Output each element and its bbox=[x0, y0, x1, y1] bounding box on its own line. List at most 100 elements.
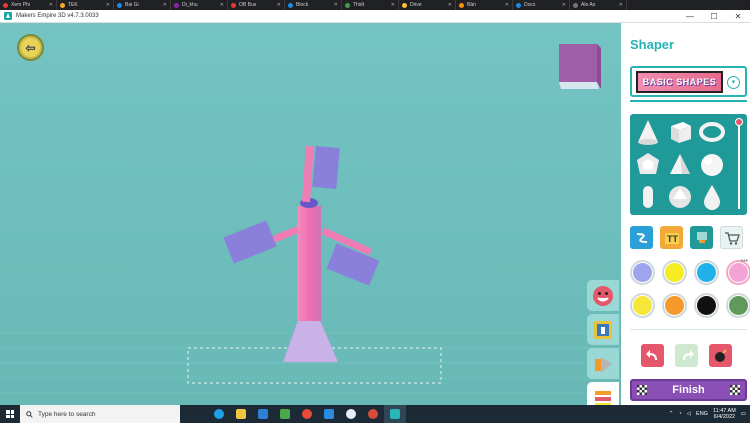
text-tool-button[interactable]: TT bbox=[660, 226, 683, 249]
color-swatch-lavender[interactable] bbox=[630, 260, 655, 285]
tab-close-icon[interactable]: ✕ bbox=[220, 2, 224, 8]
3d-viewport[interactable]: ⇦ bbox=[0, 23, 621, 405]
browser-tab[interactable]: Bản ✕ bbox=[456, 0, 513, 10]
edge-app-icon[interactable] bbox=[208, 405, 230, 423]
game-app-icon[interactable] bbox=[362, 405, 384, 423]
tab-close-icon[interactable]: ✕ bbox=[49, 2, 53, 8]
swatch-fill bbox=[665, 263, 684, 282]
search-icon bbox=[26, 410, 33, 418]
window-title: Makers Empire 3D v4.7.3.0033 bbox=[16, 13, 99, 19]
tab-favicon-icon bbox=[288, 2, 293, 8]
clear-all-button[interactable] bbox=[709, 344, 732, 367]
checkered-flag-icon bbox=[730, 385, 740, 395]
finish-button[interactable]: Finish bbox=[630, 379, 747, 401]
image-tool-button[interactable] bbox=[587, 314, 619, 345]
minecraft-app-icon[interactable] bbox=[274, 405, 296, 423]
more-colors-icon[interactable]: ••• bbox=[741, 258, 748, 265]
scrollbar-handle[interactable] bbox=[735, 118, 743, 126]
color-swatch-orange[interactable] bbox=[662, 293, 687, 318]
tab-close-icon[interactable]: ✕ bbox=[448, 2, 452, 8]
color-row-1 bbox=[630, 260, 750, 285]
tab-close-icon[interactable]: ✕ bbox=[106, 2, 110, 8]
vscode-app-icon[interactable] bbox=[318, 405, 340, 423]
browser-tab[interactable]: Block ✕ bbox=[285, 0, 342, 10]
lang-indicator[interactable]: ENG bbox=[696, 411, 708, 417]
undo-icon bbox=[645, 349, 657, 360]
browser-tab[interactable]: TEK ✕ bbox=[57, 0, 114, 10]
stamp-tool-button[interactable] bbox=[690, 226, 713, 249]
capsule-shape[interactable] bbox=[634, 183, 662, 211]
browser-tab[interactable]: Bai Gi ✕ bbox=[114, 0, 171, 10]
tab-label: OB Bus bbox=[239, 2, 257, 8]
tab-label: Docs bbox=[524, 2, 536, 8]
tab-label: Bản bbox=[467, 2, 476, 8]
tab-close-icon[interactable]: ✕ bbox=[163, 2, 167, 8]
tab-close-icon[interactable]: ✕ bbox=[334, 2, 338, 8]
tab-favicon-icon bbox=[117, 2, 122, 8]
color-swatch-blue[interactable] bbox=[694, 260, 719, 285]
sketch-tool-button[interactable] bbox=[587, 382, 619, 405]
file-explorer-icon[interactable] bbox=[230, 405, 252, 423]
undo-button[interactable] bbox=[641, 344, 664, 367]
tab-close-icon[interactable]: ✕ bbox=[391, 2, 395, 8]
path-tool-button[interactable] bbox=[630, 226, 653, 249]
emoji-tool-button[interactable] bbox=[587, 280, 619, 311]
tab-close-icon[interactable]: ✕ bbox=[505, 2, 509, 8]
makers-empire-app-icon[interactable] bbox=[384, 405, 406, 423]
color-swatch-gold[interactable] bbox=[630, 293, 655, 318]
dodecahedron-shape[interactable] bbox=[634, 151, 662, 179]
mail-app-icon[interactable] bbox=[252, 405, 274, 423]
extrude-tool-button[interactable] bbox=[587, 348, 619, 379]
teardrop-shape[interactable] bbox=[698, 183, 726, 211]
volume-icon[interactable]: ◁ bbox=[687, 411, 691, 417]
tool-row: TT bbox=[630, 226, 743, 249]
torus-shape[interactable] bbox=[698, 118, 726, 146]
tab-close-icon[interactable]: ✕ bbox=[619, 2, 623, 8]
bomb-icon bbox=[714, 348, 727, 362]
shop-button[interactable] bbox=[720, 226, 743, 249]
tab-label: Xem Phi bbox=[11, 2, 30, 8]
close-button[interactable]: ✕ bbox=[726, 10, 750, 23]
shape-library bbox=[630, 114, 747, 215]
tab-close-icon[interactable]: ✕ bbox=[277, 2, 281, 8]
shape-list-scrollbar[interactable] bbox=[738, 121, 740, 209]
view-cube[interactable] bbox=[557, 42, 601, 90]
svg-text:TT: TT bbox=[667, 234, 678, 244]
color-swatch-black[interactable] bbox=[694, 293, 719, 318]
browser-tab[interactable]: Alo Ao ✕ bbox=[570, 0, 627, 10]
zoom-app-icon[interactable] bbox=[340, 405, 362, 423]
browser-tab[interactable]: Thiết ✕ bbox=[342, 0, 399, 10]
start-button[interactable] bbox=[0, 405, 20, 423]
cube-shape[interactable] bbox=[666, 118, 694, 146]
tab-close-icon[interactable]: ✕ bbox=[562, 2, 566, 8]
notification-icon[interactable]: ▭ bbox=[741, 411, 746, 417]
tab-label: Di_khu bbox=[182, 2, 198, 8]
browser-tab[interactable]: Xem Phi ✕ bbox=[0, 0, 57, 10]
redo-button[interactable] bbox=[675, 344, 698, 367]
minimize-button[interactable]: — bbox=[678, 10, 702, 23]
icosahedron-shape[interactable] bbox=[666, 183, 694, 211]
shape-set-dropdown[interactable]: BASIC SHAPES ▾ bbox=[630, 66, 747, 97]
chevron-up-icon[interactable]: ⌃ bbox=[669, 411, 674, 417]
redo-icon bbox=[682, 349, 694, 360]
back-button[interactable]: ⇦ bbox=[17, 34, 44, 61]
network-icon[interactable]: ◔ bbox=[678, 411, 681, 417]
tab-favicon-icon bbox=[459, 2, 464, 8]
cone-shape[interactable] bbox=[634, 118, 662, 146]
maximize-button[interactable]: ☐ bbox=[702, 10, 726, 23]
taskbar-search-box[interactable]: Type here to search bbox=[20, 405, 180, 423]
pyramid-shape[interactable] bbox=[666, 151, 694, 179]
windmill-model[interactable] bbox=[0, 23, 621, 405]
color-swatch-green[interactable] bbox=[726, 293, 750, 318]
chrome-app-icon[interactable] bbox=[296, 405, 318, 423]
browser-tab[interactable]: Di_khu ✕ bbox=[171, 0, 228, 10]
clock[interactable]: 11:47 AM 6/4/2022 bbox=[713, 408, 736, 420]
tab-label: Drive bbox=[410, 2, 422, 8]
app-logo-icon bbox=[4, 12, 12, 20]
browser-tab[interactable]: OB Bus ✕ bbox=[228, 0, 285, 10]
text-tool-icon: TT bbox=[664, 232, 679, 244]
sphere-shape[interactable] bbox=[698, 151, 726, 179]
browser-tab[interactable]: Drive ✕ bbox=[399, 0, 456, 10]
browser-tab[interactable]: Docs ✕ bbox=[513, 0, 570, 10]
color-swatch-yellow[interactable] bbox=[662, 260, 687, 285]
